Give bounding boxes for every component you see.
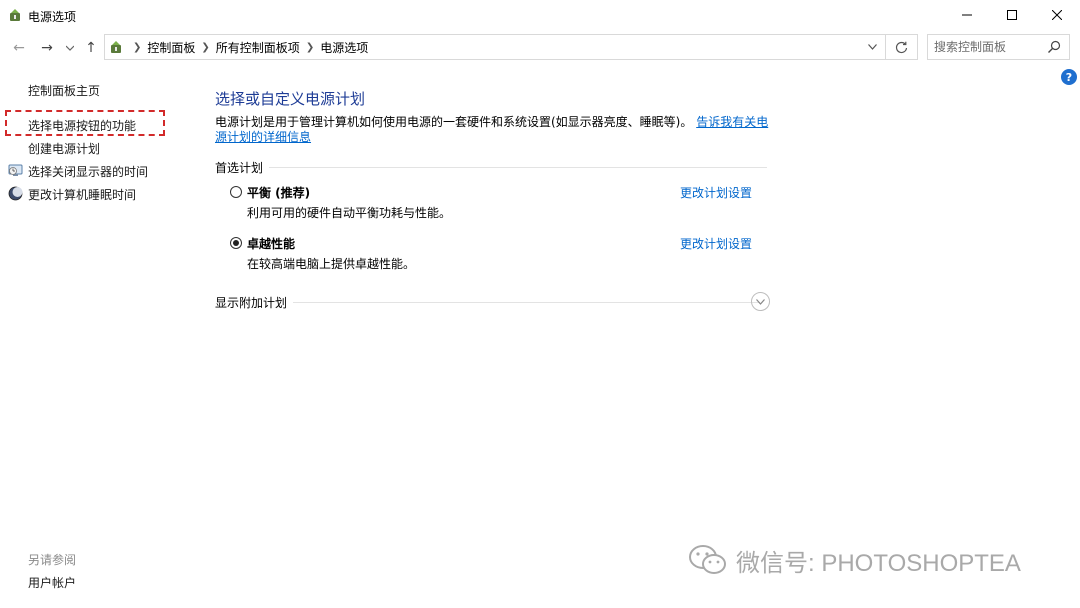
- preferred-plans-section: 首选计划: [215, 159, 767, 176]
- sleep-icon: [8, 186, 23, 201]
- watermark-text: 微信号: PHOTOSHOPTEA: [736, 549, 1021, 577]
- breadcrumb-separator-icon[interactable]: ❯: [306, 42, 314, 53]
- sidebar-item-user-accounts[interactable]: 用户帐户: [28, 574, 76, 591]
- minimize-icon: [962, 14, 972, 16]
- display-icon: [8, 164, 23, 176]
- search-icon[interactable]: [1047, 40, 1061, 54]
- help-icon[interactable]: ?: [1061, 69, 1077, 85]
- change-plan-settings-link-ultimate[interactable]: 更改计划设置: [680, 235, 752, 252]
- breadcrumb-separator-icon: ❯: [133, 41, 142, 53]
- sidebar-item-create-plan[interactable]: 创建电源计划: [28, 140, 100, 157]
- navigation-bar: ← → ↑ ❯ 控制面板 ❯ 所有控制面板项 ❯ 电源选项: [0, 30, 1080, 66]
- power-options-icon: [10, 9, 20, 21]
- change-plan-settings-link-balanced[interactable]: 更改计划设置: [680, 184, 752, 201]
- breadcrumb-all-items[interactable]: 所有控制面板项: [216, 39, 300, 56]
- sidebar-item-sleep[interactable]: 更改计算机睡眠时间: [28, 186, 136, 203]
- refresh-icon: [895, 41, 908, 53]
- section-divider: [215, 302, 760, 303]
- breadcrumb-power-options[interactable]: 电源选项: [320, 39, 368, 56]
- sidebar: 控制面板主页 选择电源按钮的功能 创建电源计划 选择关闭显示器的时间 更改计算机…: [0, 66, 190, 608]
- breadcrumb-control-panel[interactable]: 控制面板: [147, 39, 195, 56]
- additional-plans-section: 显示附加计划: [215, 294, 760, 311]
- page-description: 电源计划是用于管理计算机如何使用电源的一套硬件和系统设置(如显示器亮度、睡眠等)…: [215, 115, 775, 145]
- sidebar-item-display-off[interactable]: 选择关闭显示器的时间: [28, 163, 148, 180]
- window-title: 电源选项: [28, 10, 77, 24]
- breadcrumb-separator-icon[interactable]: ❯: [201, 42, 209, 53]
- breadcrumb: ❯ 控制面板 ❯ 所有控制面板项 ❯ 电源选项: [127, 35, 368, 59]
- maximize-button[interactable]: [989, 0, 1035, 30]
- control-panel-icon: [111, 41, 121, 53]
- description-text: 电源计划是用于管理计算机如何使用电源的一套硬件和系统设置(如显示器亮度、睡眠等)…: [215, 115, 693, 129]
- plan-description-ultimate: 在较高端电脑上提供卓越性能。: [247, 257, 416, 271]
- wechat-logo-icon: [689, 545, 726, 574]
- preferred-plans-heading: 首选计划: [215, 159, 270, 176]
- back-button[interactable]: ←: [10, 38, 28, 58]
- chevron-down-icon: [867, 44, 877, 50]
- refresh-button[interactable]: [886, 34, 918, 60]
- title-bar: 电源选项: [0, 0, 1080, 30]
- plan-description-balanced: 利用可用的硬件自动平衡功耗与性能。: [247, 206, 452, 220]
- plan-radio-balanced[interactable]: [230, 186, 242, 198]
- forward-button[interactable]: →: [38, 38, 56, 58]
- sidebar-item-power-button[interactable]: 选择电源按钮的功能: [28, 117, 136, 134]
- plan-name-balanced[interactable]: 平衡 (推荐): [247, 184, 310, 201]
- sidebar-item-home[interactable]: 控制面板主页: [28, 82, 100, 99]
- maximize-icon: [1007, 10, 1017, 20]
- close-button[interactable]: [1034, 0, 1080, 30]
- watermark: 微信号: PHOTOSHOPTEA: [688, 543, 1021, 577]
- address-dropdown-button[interactable]: [865, 39, 879, 55]
- expand-additional-plans-button[interactable]: [751, 292, 770, 311]
- search-input[interactable]: [934, 35, 1044, 59]
- chevron-down-icon: [756, 298, 765, 305]
- page-title: 选择或自定义电源计划: [215, 90, 366, 108]
- see-also-heading: 另请参阅: [28, 553, 77, 567]
- search-box[interactable]: [927, 34, 1070, 60]
- chevron-down-icon: [66, 45, 74, 51]
- recent-locations-button[interactable]: [64, 38, 76, 58]
- additional-plans-heading[interactable]: 显示附加计划: [215, 294, 294, 311]
- plan-name-ultimate[interactable]: 卓越性能: [247, 235, 295, 252]
- minimize-button[interactable]: [944, 0, 990, 30]
- up-button[interactable]: ↑: [83, 38, 99, 58]
- section-divider: [215, 167, 767, 168]
- plan-radio-ultimate[interactable]: [230, 237, 242, 249]
- close-icon: [1052, 10, 1062, 20]
- address-bar[interactable]: ❯ 控制面板 ❯ 所有控制面板项 ❯ 电源选项: [104, 34, 886, 60]
